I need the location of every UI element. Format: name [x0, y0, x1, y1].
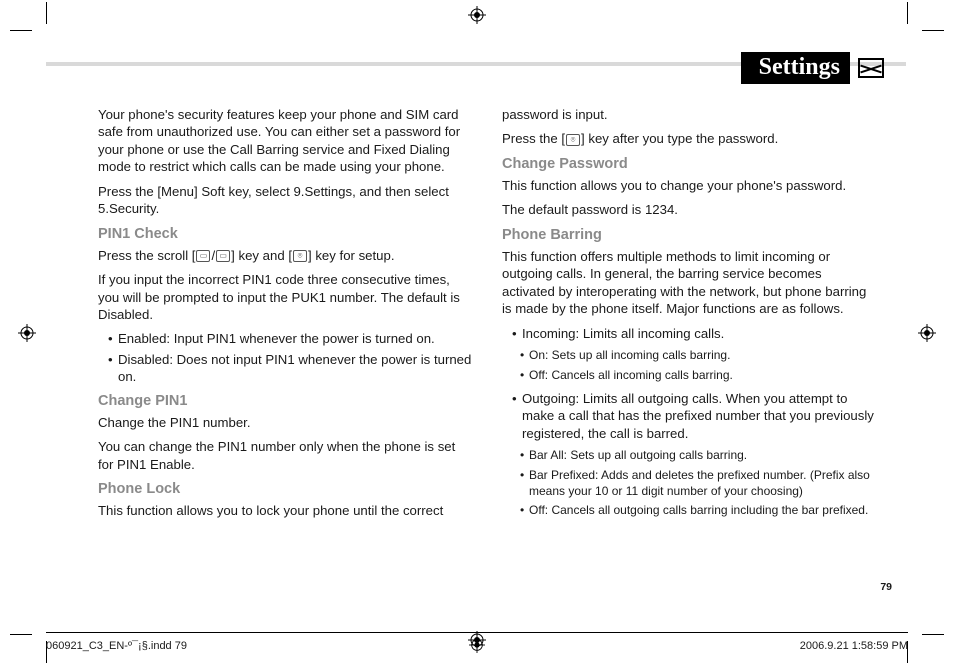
intro-paragraph: Press the [Menu] Soft key, select 9.Sett… — [98, 183, 472, 218]
crop-mark — [922, 30, 944, 31]
text-fragment: ] key and [ — [231, 248, 292, 263]
text-fragment: ] key after you type the password. — [581, 131, 778, 146]
body-text: You can change the PIN1 number only when… — [98, 438, 472, 473]
section-heading-phone-lock: Phone Lock — [98, 480, 472, 499]
bullet-list: Outgoing: Limits all outgoing calls. Whe… — [502, 390, 876, 442]
crop-mark — [10, 30, 32, 31]
body-text: The default password is 1234. — [502, 201, 876, 218]
footer-slug: 060921_C3_EN-º¯¡§.indd 79 2006.9.21 1:58… — [46, 632, 908, 657]
crop-mark — [10, 634, 32, 635]
list-item: Off: Cancels all outgoing calls barring … — [520, 503, 876, 519]
body-text: This function offers multiple methods to… — [502, 248, 876, 318]
body-text: Press the [⌾] key after you type the pas… — [502, 130, 876, 147]
footer-timestamp: 2006.9.21 1:58:59 PM — [800, 640, 908, 652]
ok-key-icon: ⌾ — [293, 250, 307, 262]
list-item: Disabled: Does not input PIN1 whenever t… — [108, 351, 472, 386]
sub-bullet-list: Bar All: Sets up all outgoing calls barr… — [502, 448, 876, 519]
registration-mark-icon — [18, 324, 36, 342]
list-item: Off: Cancels all incoming calls barring. — [520, 368, 876, 384]
bullet-list: Incoming: Limits all incoming calls. — [502, 325, 876, 342]
list-item: Enabled: Input PIN1 whenever the power i… — [108, 330, 472, 347]
section-heading-change-pin1: Change PIN1 — [98, 392, 472, 411]
section-heading-phone-barring: Phone Barring — [502, 226, 876, 245]
text-fragment: ] key for setup. — [308, 248, 395, 263]
sub-bullet-list: On: Sets up all incoming calls barring. … — [502, 348, 876, 384]
registration-mark-icon — [469, 637, 485, 656]
header-title-wrap: Settings — [741, 52, 884, 84]
list-item: Bar All: Sets up all outgoing calls barr… — [520, 448, 876, 464]
registration-mark-icon — [468, 6, 486, 24]
body-text: Change the PIN1 number. — [98, 414, 472, 431]
page-sheet: Settings Your phone's security features … — [46, 30, 906, 625]
footer-filename: 060921_C3_EN-º¯¡§.indd 79 — [46, 640, 187, 652]
list-item: Incoming: Limits all incoming calls. — [512, 325, 876, 342]
list-item: Bar Preﬁxed: Adds and deletes the preﬁxe… — [520, 468, 876, 500]
page-number: 79 — [880, 581, 892, 593]
section-heading-change-password: Change Password — [502, 155, 876, 174]
crop-mark — [46, 2, 47, 24]
list-item: Outgoing: Limits all outgoing calls. Whe… — [512, 390, 876, 442]
page-title: Settings — [741, 52, 850, 84]
body-text: password is input. — [502, 106, 876, 123]
registration-mark-icon — [918, 324, 936, 342]
crop-mark — [907, 2, 908, 24]
body-text: Press the scroll [▭/▭] key and [⌾] key f… — [98, 247, 472, 264]
list-item: On: Sets up all incoming calls barring. — [520, 348, 876, 364]
body-text: If you input the incorrect PIN1 code thr… — [98, 271, 472, 323]
section-heading-pin1-check: PIN1 Check — [98, 225, 472, 244]
scroll-down-key-icon: ▭ — [216, 250, 230, 262]
scroll-up-key-icon: ▭ — [196, 250, 210, 262]
crop-mark — [922, 634, 944, 635]
envelope-icon — [858, 58, 884, 78]
text-fragment: Press the scroll [ — [98, 248, 195, 263]
intro-paragraph: Your phone's security features keep your… — [98, 106, 472, 176]
body-text: This function allows you to lock your ph… — [98, 502, 472, 519]
bullet-list: Enabled: Input PIN1 whenever the power i… — [98, 330, 472, 385]
body-columns: Your phone's security features keep your… — [98, 106, 876, 593]
text-fragment: Press the [ — [502, 131, 565, 146]
ok-key-icon: ⌾ — [566, 134, 580, 146]
body-text: This function allows you to change your … — [502, 177, 876, 194]
